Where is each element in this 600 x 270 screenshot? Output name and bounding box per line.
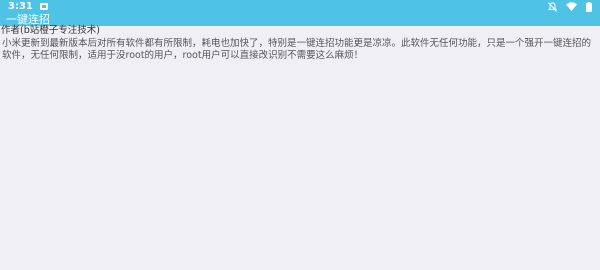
author-line: 作者(b站橙子专注技术): [1, 25, 100, 36]
description-text: 小米更新到最新版本后对所有软件都有所限制，耗电也加快了，特别是一键连招功能更是凉…: [2, 38, 592, 61]
app-screen: 3:31 一键连招 作者(b站橙子专注技术) 小米更新到最新版本后对所有软件都有…: [0, 0, 600, 270]
status-icons: [548, 1, 592, 12]
battery-icon: [586, 1, 592, 12]
status-time: 3:31: [8, 1, 33, 12]
mute-icon: [548, 1, 557, 12]
app-bar: 3:31 一键连招: [0, 0, 600, 26]
status-bar: 3:31: [0, 0, 600, 13]
wifi-icon: [566, 2, 577, 11]
notification-icon: [40, 3, 48, 10]
